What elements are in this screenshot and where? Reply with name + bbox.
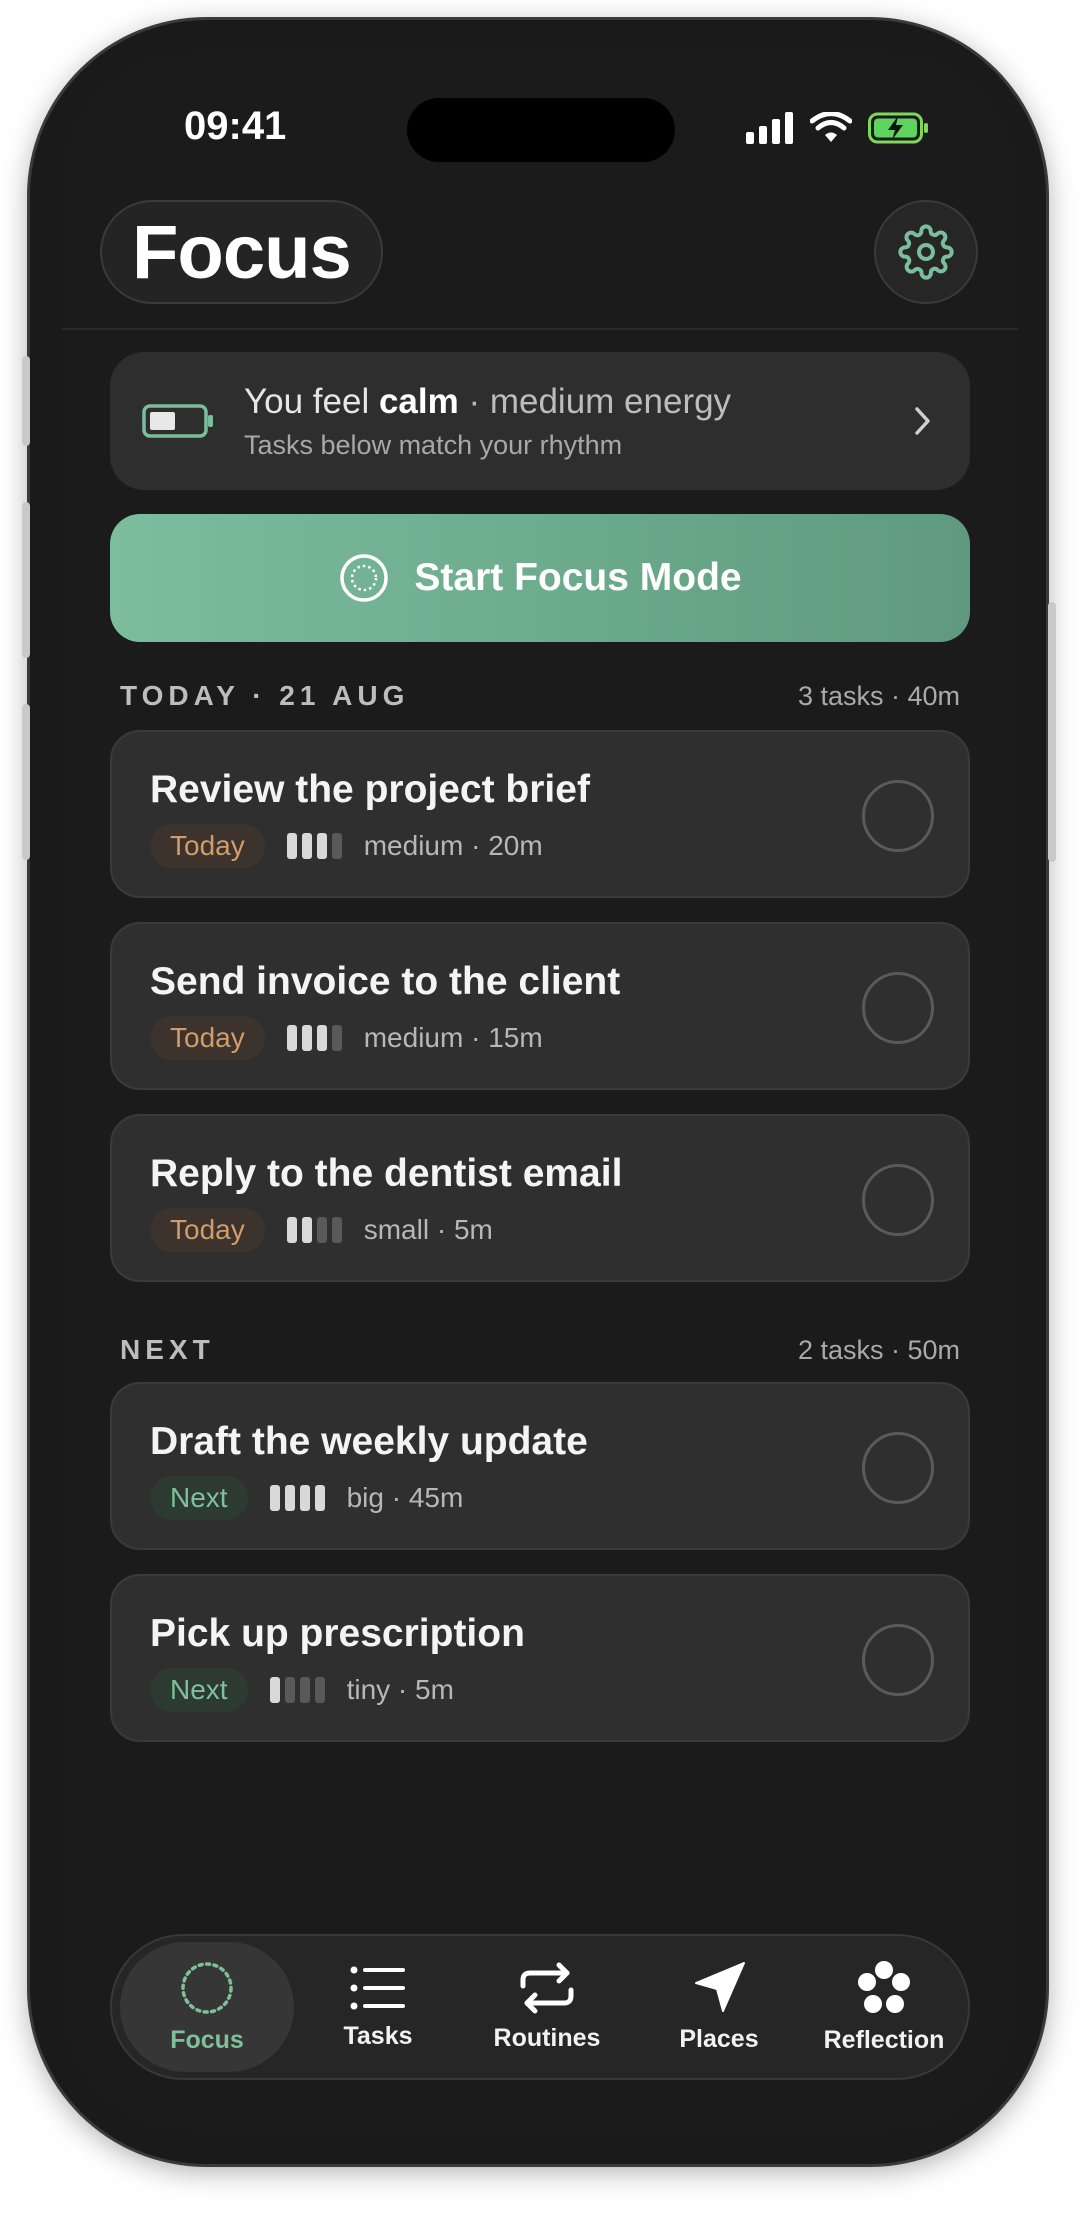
effort-bars-icon xyxy=(269,1485,325,1511)
section-header-today: TODAY · 21 AUG 3 tasks · 40m xyxy=(120,680,960,712)
task-card[interactable]: Reply to the dentist email Today small ·… xyxy=(110,1114,970,1282)
effort-bars-icon xyxy=(269,1677,325,1703)
start-focus-mode-label: Start Focus Mode xyxy=(414,556,742,599)
wifi-icon xyxy=(810,112,852,142)
task-badge: Next xyxy=(150,1476,248,1520)
action-button xyxy=(22,356,30,446)
mood-headline: You feel calm · medium energy xyxy=(244,382,912,422)
battery-charging-icon xyxy=(868,112,928,144)
battery-energy-icon xyxy=(142,404,213,438)
status-time: 09:41 xyxy=(184,104,287,148)
gear-icon xyxy=(898,224,954,280)
chevron-right-icon xyxy=(915,407,930,435)
task-detail: small · 5m xyxy=(363,1214,493,1245)
page-title: Focus xyxy=(132,209,352,295)
task-detail: medium · 15m xyxy=(363,1022,543,1053)
dynamic-island xyxy=(407,98,675,162)
mood-subtitle: Tasks below match your rhythm xyxy=(244,429,623,460)
tab-bar: Focus Tasks Routines Places Reflection xyxy=(110,1934,970,2080)
screen: 09:41 Focus You feel calm · medium energ… xyxy=(62,52,1018,2132)
task-meta: Next big · 45m xyxy=(150,1476,463,1520)
task-meta: Today medium · 15m xyxy=(150,1016,543,1060)
section-title: NEXT xyxy=(120,1334,215,1365)
task-card[interactable]: Pick up prescription Next tiny · 5m xyxy=(110,1574,970,1742)
settings-button[interactable] xyxy=(874,200,978,304)
task-title: Review the project brief xyxy=(150,768,590,811)
task-complete-checkbox[interactable] xyxy=(862,1432,934,1504)
effort-bars-icon xyxy=(286,833,342,859)
navigation-arrow-icon xyxy=(695,1961,745,2012)
page-title-pill: Focus xyxy=(100,200,383,304)
task-card[interactable]: Review the project brief Today medium · … xyxy=(110,730,970,898)
tab-label: Tasks xyxy=(343,2021,413,2050)
focus-ring-icon xyxy=(340,554,389,602)
effort-bars-icon xyxy=(286,1025,342,1051)
section-header-next: NEXT 2 tasks · 50m xyxy=(120,1334,960,1366)
tab-places[interactable]: Places xyxy=(644,1942,794,2072)
section-title: TODAY · 21 AUG xyxy=(120,680,410,711)
task-title: Reply to the dentist email xyxy=(150,1152,623,1195)
tab-label: Reflection xyxy=(823,2025,945,2054)
tab-label: Places xyxy=(679,2024,759,2053)
task-badge: Today xyxy=(150,1016,265,1060)
power-button xyxy=(1048,602,1056,862)
effort-bars-icon xyxy=(286,1217,342,1243)
task-detail: medium · 20m xyxy=(363,830,543,861)
tab-label: Routines xyxy=(493,2023,601,2052)
focus-ring-icon xyxy=(181,1961,233,2014)
task-meta: Today small · 5m xyxy=(150,1208,493,1252)
mood-feeling: calm xyxy=(378,381,459,421)
task-complete-checkbox[interactable] xyxy=(862,1624,934,1696)
section-summary: 3 tasks · 40m xyxy=(797,680,960,711)
task-complete-checkbox[interactable] xyxy=(862,972,934,1044)
task-badge: Next xyxy=(150,1668,248,1712)
task-meta: Today medium · 20m xyxy=(150,824,543,868)
tab-routines[interactable]: Routines xyxy=(462,1942,632,2072)
task-title: Pick up prescription xyxy=(150,1612,525,1655)
mood-energy: · medium energy xyxy=(458,381,732,421)
task-detail: big · 45m xyxy=(346,1482,464,1513)
task-card[interactable]: Send invoice to the client Today medium … xyxy=(110,922,970,1090)
task-title: Send invoice to the client xyxy=(150,960,621,1003)
task-complete-checkbox[interactable] xyxy=(862,1164,934,1236)
task-complete-checkbox[interactable] xyxy=(862,780,934,852)
mood-text: You feel calm · medium energy Tasks belo… xyxy=(244,382,912,461)
volume-down-button xyxy=(22,704,30,860)
tab-reflection[interactable]: Reflection xyxy=(802,1942,966,2072)
flower-icon xyxy=(858,1960,910,2013)
task-title: Draft the weekly update xyxy=(150,1420,588,1463)
repeat-icon xyxy=(520,1962,574,2013)
tab-tasks[interactable]: Tasks xyxy=(308,1942,448,2072)
mood-prefix: You feel xyxy=(244,381,379,421)
header-divider xyxy=(62,328,1018,330)
task-badge: Today xyxy=(150,824,265,868)
task-card[interactable]: Draft the weekly update Next big · 45m xyxy=(110,1382,970,1550)
task-meta: Next tiny · 5m xyxy=(150,1668,454,1712)
mood-card[interactable]: You feel calm · medium energy Tasks belo… xyxy=(110,352,970,490)
section-summary: 2 tasks · 50m xyxy=(797,1334,960,1365)
tab-focus[interactable]: Focus xyxy=(120,1942,294,2072)
status-icons xyxy=(746,112,930,144)
task-badge: Today xyxy=(150,1208,265,1252)
tab-label: Focus xyxy=(170,2025,244,2054)
task-detail: tiny · 5m xyxy=(346,1674,454,1705)
volume-up-button xyxy=(22,502,30,658)
start-focus-mode-button[interactable]: Start Focus Mode xyxy=(110,514,970,642)
cellular-signal-icon xyxy=(746,112,793,144)
list-icon xyxy=(350,1966,405,2009)
